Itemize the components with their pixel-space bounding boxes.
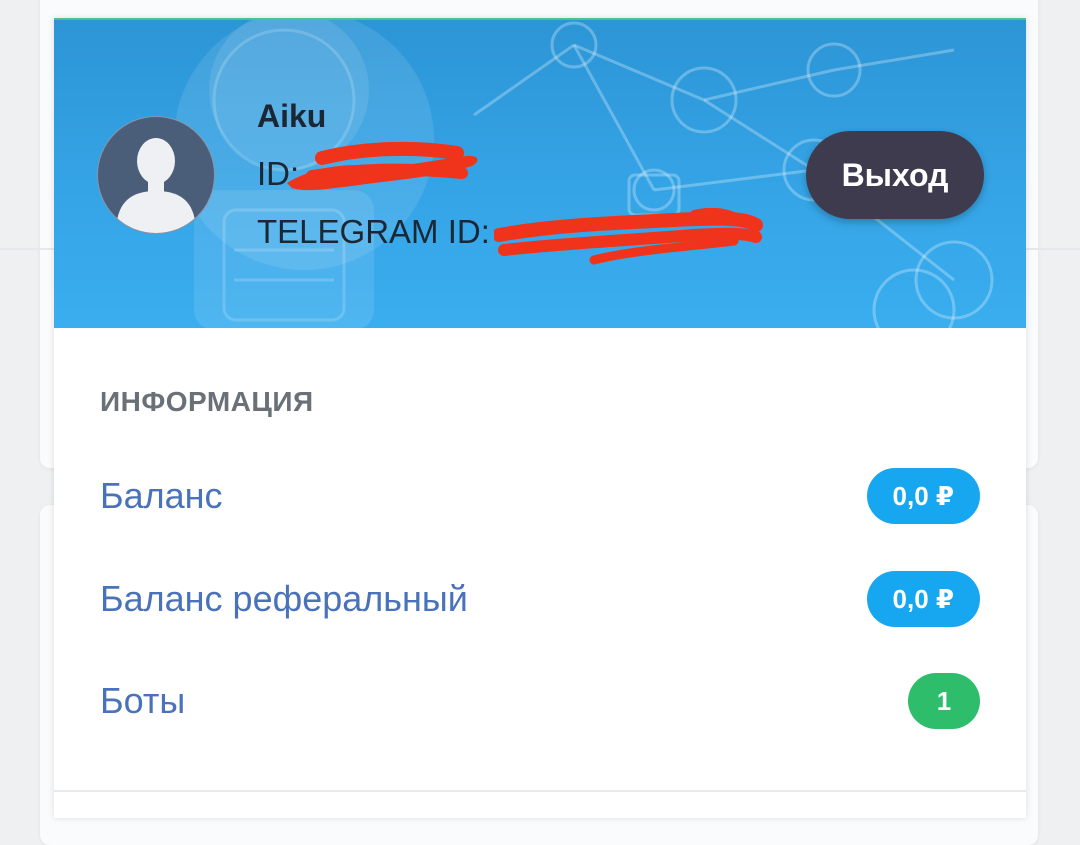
referral-balance-badge: 0,0 ₽ xyxy=(866,571,980,627)
balance-label: Баланс xyxy=(100,475,223,516)
profile-header: Aiku ID: TELEGRAM ID: Выход xyxy=(54,18,1026,328)
user-silhouette-icon xyxy=(116,138,196,233)
redaction-mark xyxy=(287,141,478,191)
logout-button[interactable]: Выход xyxy=(806,131,984,219)
bots-label: Боты xyxy=(100,680,186,721)
section-divider xyxy=(54,790,1026,792)
avatar xyxy=(97,116,215,234)
balance-badge: 0,0 ₽ xyxy=(866,468,980,524)
info-row-bots: Боты 1 xyxy=(100,671,980,731)
bots-count-badge: 1 xyxy=(908,673,980,729)
redaction-mark xyxy=(494,207,763,265)
info-row-balance: Баланс 0,0 ₽ xyxy=(100,466,980,526)
referral-balance-label: Баланс реферальный xyxy=(100,578,468,619)
telegram-id-label: TELEGRAM ID: xyxy=(257,213,490,250)
profile-modal: Aiku ID: TELEGRAM ID: Выход ИНФОРМАЦИЯ Б… xyxy=(54,18,1026,818)
info-section-title: ИНФОРМАЦИЯ xyxy=(100,386,314,417)
info-row-referral-balance: Баланс реферальный 0,0 ₽ xyxy=(100,569,980,629)
user-name: Aiku xyxy=(257,98,327,134)
